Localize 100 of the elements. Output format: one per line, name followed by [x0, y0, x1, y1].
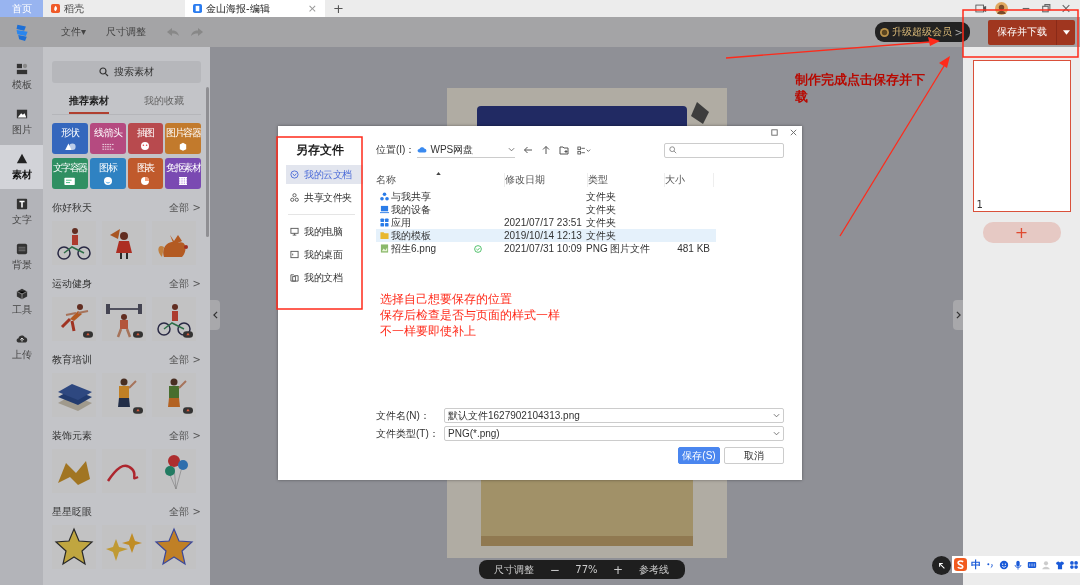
zoom-in-button[interactable]: +: [613, 562, 624, 577]
browser-tab[interactable]: 稻壳: [43, 0, 169, 17]
date-cell: 2021/07/31 10:09: [504, 243, 582, 254]
logo-icon[interactable]: [954, 558, 967, 571]
file-type-label: 文件类型(T)：: [376, 426, 440, 441]
file-row[interactable]: 与我共享 文件夹: [376, 190, 716, 203]
chevron-down-icon: [773, 431, 780, 436]
dropdown-button[interactable]: [1056, 19, 1075, 45]
column-header[interactable]: 修改日期: [505, 173, 588, 187]
cloud-icon: [417, 146, 428, 153]
panel-tab[interactable]: 推荐素材: [69, 94, 110, 114]
menu-button[interactable]: 文件▾: [61, 25, 87, 39]
size-adjust-button[interactable]: 尺寸调整: [494, 562, 535, 577]
category-tile[interactable]: 图表: [127, 158, 164, 189]
text-icon: [15, 197, 28, 210]
search-field[interactable]: 搜索素材: [52, 61, 201, 83]
view-all-link[interactable]: 全部 >: [169, 277, 201, 291]
column-header[interactable]: 类型: [588, 173, 665, 187]
menu-button[interactable]: 尺寸调整: [106, 25, 147, 39]
view-all-link[interactable]: 全部 >: [169, 505, 201, 519]
upgrade-button[interactable]: 升级超级会员 >: [874, 22, 970, 42]
new-folder-icon[interactable]: [559, 145, 570, 155]
file-row[interactable]: 招生6.png 2021/07/31 10:09 PNG 图片文件 481 KB: [376, 242, 716, 255]
category-tile[interactable]: 图标: [89, 158, 126, 189]
cancel-button[interactable]: 取消: [724, 447, 784, 464]
view-all-link[interactable]: 全部 >: [169, 429, 201, 443]
sidebar-item[interactable]: 文字: [0, 190, 43, 234]
maximize-icon[interactable]: [770, 128, 779, 137]
file-name: 应用: [391, 215, 411, 230]
microphone-icon[interactable]: [1013, 559, 1023, 570]
zoom-out-button[interactable]: −: [549, 562, 560, 577]
avatar-icon[interactable]: [995, 2, 1008, 15]
column-header[interactable]: 大小: [665, 173, 714, 187]
file-type-dropdown[interactable]: PNG(*.png): [444, 426, 784, 441]
background-icon: [15, 242, 28, 255]
type-cell: 文件夹: [586, 202, 616, 217]
view-all-link[interactable]: 全部 >: [169, 201, 201, 215]
sidebar-item[interactable]: 背景: [0, 235, 43, 279]
category-tile[interactable]: 图片容器: [165, 123, 201, 154]
type-cell: 文件夹: [586, 215, 616, 230]
section-title: 装饰元素: [52, 429, 92, 443]
file-row[interactable]: 我的设备 文件夹: [376, 203, 716, 216]
back-arrow-icon[interactable]: [523, 145, 534, 155]
new-tab-button[interactable]: +: [325, 1, 352, 16]
file-name-field[interactable]: 默认文件1627902104313.png: [444, 408, 784, 423]
date-cell: 2021/07/17 23:51: [504, 217, 582, 228]
shirt-icon[interactable]: [1055, 559, 1065, 570]
share-icon: [380, 192, 389, 201]
sidebar-item[interactable]: 图片: [0, 100, 43, 144]
type-cell: 文件夹: [586, 228, 616, 243]
close-icon[interactable]: [1060, 3, 1072, 14]
close-icon[interactable]: [789, 128, 798, 137]
textbox-icon: [61, 176, 78, 186]
sidebar-item[interactable]: 模板: [0, 55, 43, 99]
panel-tab[interactable]: 我的收藏: [143, 94, 184, 114]
file-row[interactable]: 我的模板 2019/10/14 12:13 文件夹: [376, 229, 716, 242]
keyboard-icon[interactable]: [1027, 559, 1037, 570]
file-name: 与我共享: [391, 189, 431, 204]
location-item[interactable]: 共享文件夹: [286, 188, 363, 207]
location-dropdown[interactable]: WPS网盘: [417, 142, 516, 158]
annotation-text: 不一样要即使补上: [380, 323, 477, 339]
input-mode-button[interactable]: 中: [971, 557, 981, 572]
chevron-left-icon: [212, 311, 218, 319]
search-field[interactable]: [664, 142, 784, 158]
category-tile[interactable]: 线·箭头: [89, 123, 126, 154]
location-item[interactable]: 我的文档: [286, 268, 363, 287]
file-name: 我的模板: [391, 228, 431, 243]
sidebar-item[interactable]: 工具: [0, 280, 43, 324]
file-row[interactable]: 应用 2021/07/17 23:51 文件夹: [376, 216, 716, 229]
page-thumbnail[interactable]: 1: [972, 60, 1071, 212]
location-item[interactable]: 我的桌面: [286, 245, 363, 264]
category-tile[interactable]: 插图: [127, 123, 164, 154]
sidebar-item[interactable]: 上传: [0, 325, 43, 369]
location-item[interactable]: 我的云文档: [286, 165, 363, 184]
tool-icon: [15, 287, 28, 300]
view-options-icon[interactable]: [577, 145, 592, 155]
file-name: 我的设备: [391, 202, 431, 217]
category-tile[interactable]: 免抠素材: [165, 158, 201, 189]
scrollbar[interactable]: [206, 87, 209, 237]
sidebar-item[interactable]: 素材: [0, 145, 43, 189]
monitor-icon: [290, 227, 299, 236]
restore-icon[interactable]: [1040, 3, 1052, 14]
emoji-icon[interactable]: [999, 559, 1009, 570]
guides-button[interactable]: 参考线: [638, 562, 669, 577]
grid-icon[interactable]: [1069, 559, 1079, 570]
chevron-label: >: [954, 26, 963, 38]
save-button[interactable]: 保存(S): [678, 447, 720, 464]
up-arrow-icon[interactable]: [541, 145, 552, 155]
annotation-text: 选择自己想要保存的位置: [380, 291, 513, 307]
category-tile[interactable]: 文字容器: [52, 158, 88, 189]
template-icon: [15, 62, 28, 75]
save-download-button[interactable]: 保存并下载: [988, 19, 1056, 45]
location-item[interactable]: 我的电脑: [286, 222, 363, 241]
section-title: 你好秋天: [52, 201, 92, 215]
category-tile[interactable]: 形状: [52, 123, 88, 154]
zoom-level: 77%: [575, 564, 598, 575]
view-all-link[interactable]: 全部 >: [169, 353, 201, 367]
chevron-right-icon: [955, 311, 961, 319]
browser-tab[interactable]: 金山海报-编辑 ×: [185, 0, 325, 17]
date-cell: 2019/10/14 12:13: [504, 230, 582, 241]
